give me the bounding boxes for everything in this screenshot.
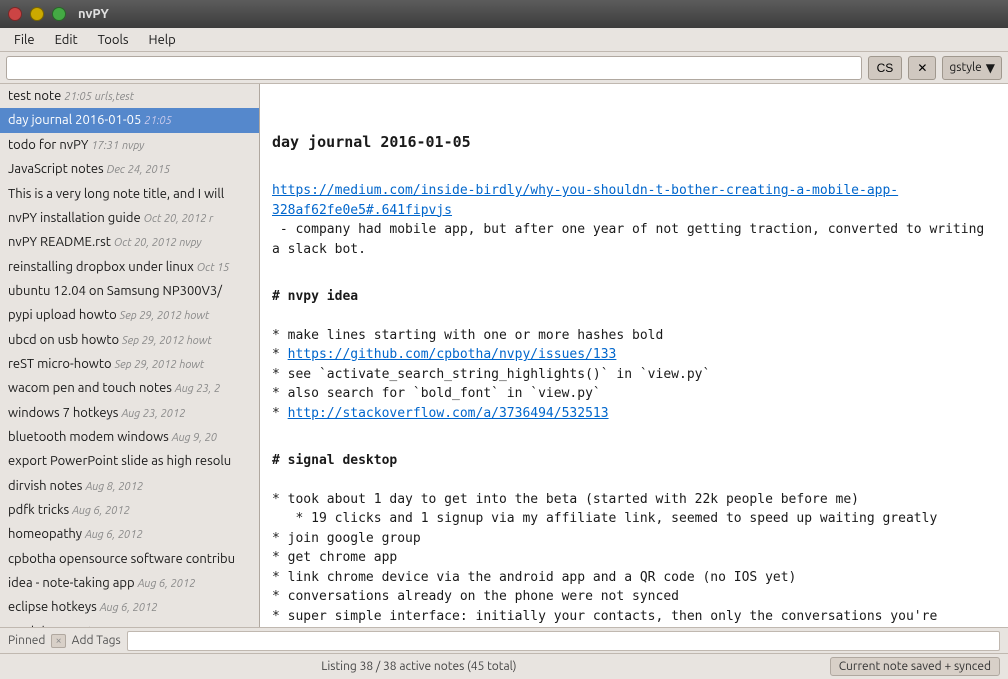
list-item[interactable]: JavaScript notes Dec 24, 2015 (0, 157, 259, 181)
menu-tools[interactable]: Tools (88, 31, 139, 49)
editor-line: * https://github.com/cpbotha/nvpy/issues… (272, 345, 996, 365)
pinned-remove-button[interactable]: × (51, 634, 65, 648)
list-item[interactable]: This is a very long note title, and I wi… (0, 182, 259, 206)
list-item[interactable]: dirvish notes Aug 8, 2012 (0, 474, 259, 498)
list-item[interactable]: pdfk tricks Aug 6, 2012 (0, 498, 259, 522)
editor-line (272, 423, 996, 443)
search-input[interactable] (6, 56, 862, 80)
editor-line: * link chrome device via the android app… (272, 568, 996, 588)
cs-button[interactable]: CS (868, 56, 903, 80)
editor-line (272, 306, 996, 326)
tag-bar: Pinned × Add Tags (0, 627, 1008, 653)
editor-line: https://medium.com/inside-birdly/why-you… (272, 181, 996, 220)
editor-area: day journal 2016-01-05 https://medium.co… (260, 84, 1008, 627)
editor-line: * get chrome app (272, 548, 996, 568)
list-item[interactable]: reinstalling dropbox under linux Oct 15 (0, 255, 259, 279)
list-item[interactable]: markdown notes Aug 6, 2012 (0, 620, 259, 627)
minimize-button[interactable] (30, 7, 44, 21)
menu-edit[interactable]: Edit (45, 31, 88, 49)
save-status: Current note saved + synced (830, 657, 1000, 676)
close-button[interactable] (8, 7, 22, 21)
close-search-button[interactable]: ✕ (908, 56, 936, 80)
list-item[interactable]: wacom pen and touch notes Aug 23, 2 (0, 376, 259, 400)
list-item[interactable]: export PowerPoint slide as high resolu (0, 449, 259, 473)
note-editor[interactable]: day journal 2016-01-05 https://medium.co… (260, 84, 1008, 627)
maximize-button[interactable] (52, 7, 66, 21)
list-item[interactable]: nvPY installation guide Oct 20, 2012 r (0, 206, 259, 230)
editor-line (272, 162, 996, 182)
list-item[interactable]: cpbotha opensource software contribu (0, 547, 259, 571)
app-title: nvPY (78, 7, 109, 21)
editor-line: # nvpy idea (272, 287, 996, 307)
add-tags-label: Add Tags (72, 634, 121, 647)
chevron-down-icon: ▼ (986, 61, 995, 75)
editor-link[interactable]: https://github.com/cpbotha/nvpy/issues/1… (288, 347, 617, 362)
editor-line: * also search for `bold_font` in `view.p… (272, 384, 996, 404)
list-item[interactable]: homeopathy Aug 6, 2012 (0, 522, 259, 546)
list-item[interactable]: windows 7 hotkeys Aug 23, 2012 (0, 401, 259, 425)
editor-line: * conversations already on the phone wer… (272, 587, 996, 607)
style-dropdown[interactable]: gstyle ▼ (942, 56, 1002, 80)
menu-help[interactable]: Help (139, 31, 186, 49)
list-item[interactable]: bluetooth modem windows Aug 9, 20 (0, 425, 259, 449)
pinned-label: Pinned (8, 634, 45, 647)
searchbar: CS ✕ gstyle ▼ (0, 52, 1008, 84)
editor-line: * make lines starting with one or more h… (272, 326, 996, 346)
editor-line: * see `activate_search_string_highlights… (272, 365, 996, 385)
titlebar: nvPY (0, 0, 1008, 28)
status-bar: Listing 38 / 38 active notes (45 total) … (0, 653, 1008, 679)
editor-line: - company had mobile app, but after one … (272, 220, 996, 259)
editor-link[interactable]: http://stackoverflow.com/a/3736494/53251… (288, 406, 609, 421)
list-item[interactable]: nvPY README.rst Oct 20, 2012 nvpy (0, 230, 259, 254)
note-list[interactable]: test note 21:05 urls,testday journal 201… (0, 84, 260, 627)
editor-line: * 19 clicks and 1 signup via my affiliat… (272, 509, 996, 529)
list-item[interactable]: idea - note-taking app Aug 6, 2012 (0, 571, 259, 595)
menubar: File Edit Tools Help (0, 28, 1008, 52)
listing-status: Listing 38 / 38 active notes (45 total) (8, 660, 830, 673)
editor-line: # signal desktop (272, 451, 996, 471)
list-item[interactable]: test note 21:05 urls,test (0, 84, 259, 108)
editor-line: * took about 1 day to get into the beta … (272, 490, 996, 510)
editor-link[interactable]: https://medium.com/inside-birdly/why-you… (272, 183, 898, 218)
editor-line: * super simple interface: initially your… (272, 607, 996, 628)
list-item[interactable]: eclipse hotkeys Aug 6, 2012 (0, 595, 259, 619)
tags-input[interactable] (127, 631, 1000, 651)
style-label: gstyle (949, 61, 981, 74)
editor-line: * join google group (272, 529, 996, 549)
list-item[interactable]: reST micro-howto Sep 29, 2012 howt (0, 352, 259, 376)
main-area: test note 21:05 urls,testday journal 201… (0, 84, 1008, 627)
list-item[interactable]: todo for nvPY 17:31 nvpy (0, 133, 259, 157)
editor-line (272, 470, 996, 490)
editor-line (272, 259, 996, 279)
list-item[interactable]: ubuntu 12.04 on Samsung NP300V3/ (0, 279, 259, 303)
editor-line: * http://stackoverflow.com/a/3736494/532… (272, 404, 996, 424)
menu-file[interactable]: File (4, 31, 45, 49)
list-item[interactable]: ubcd on usb howto Sep 29, 2012 howt (0, 328, 259, 352)
list-item[interactable]: pypi upload howto Sep 29, 2012 howt (0, 303, 259, 327)
list-item[interactable]: day journal 2016-01-05 21:05 (0, 108, 259, 132)
editor-title: day journal 2016-01-05 (272, 131, 996, 154)
